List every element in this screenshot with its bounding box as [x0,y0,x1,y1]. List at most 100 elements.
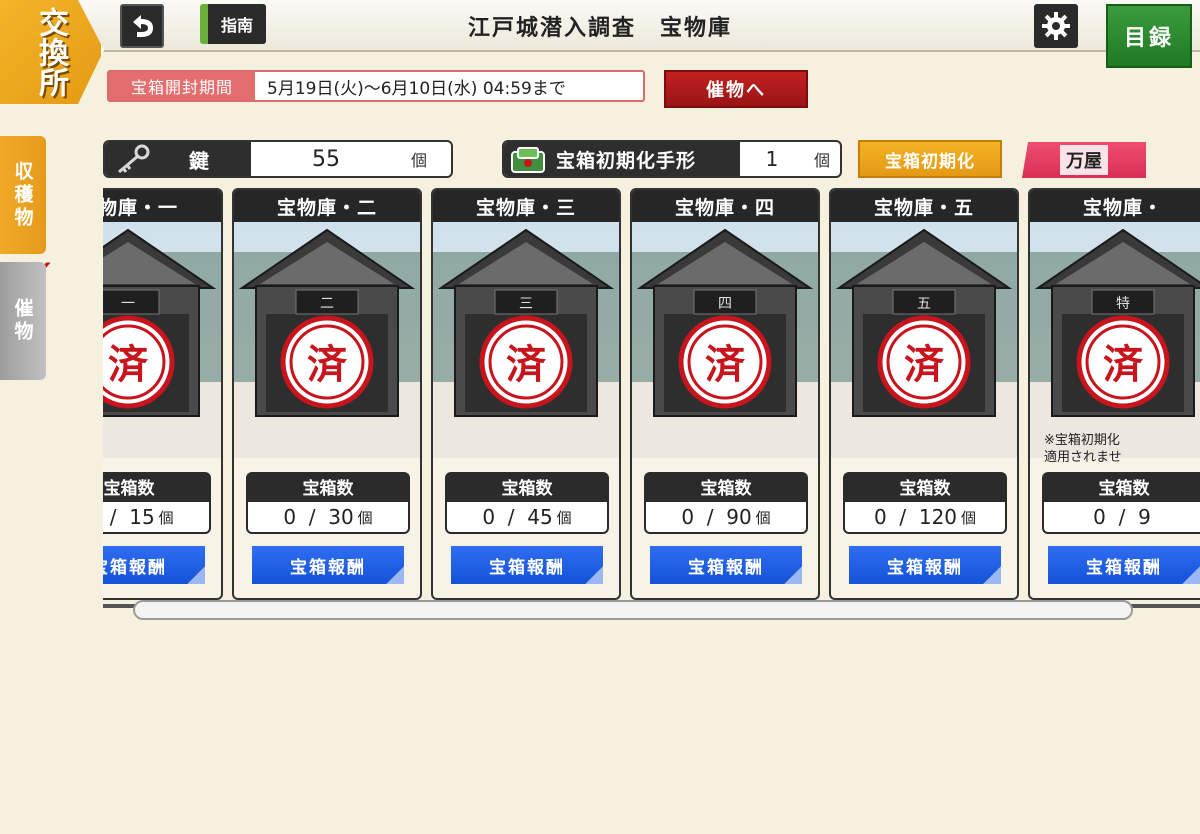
vault-plaque: 特 [1116,296,1130,312]
chest-count-separator: / [694,505,727,529]
chest-reward-button[interactable]: 宝箱報酬 [103,546,205,584]
back-arrow-icon [133,15,153,37]
open-period-text: 5月19日(火)〜6月10日(水) 04:59まで [267,78,566,99]
back-button[interactable] [120,4,164,48]
chest-opened: 0 [1093,505,1106,529]
chest-opened: 0 [482,505,496,529]
chest-total: 90 [726,505,752,529]
reset-ticket-box: 宝箱初期化手形 1 個 [502,140,842,178]
chest-count-header: 宝箱数 [644,472,808,500]
key-icon [118,144,150,174]
shop-label: 万屋 [1060,145,1108,175]
chest-opened: 0 [873,505,887,529]
chest-unit: 個 [357,508,373,527]
shop-button[interactable]: 万屋 [1022,142,1146,178]
chest-unit: 個 [556,508,572,527]
chest-total: 9 [1138,505,1151,529]
exchange-label: 交換所 [33,7,68,97]
key-count-box: 鍵 55 個 [103,140,453,178]
chest-count-value: 0 / 15 個 [103,500,211,534]
vault-storehouse-image: 一 済 [103,222,221,458]
chest-count-value: 0 / 120 個 [843,500,1007,534]
chest-count-value: 0 / 9 [1042,500,1200,534]
completed-stamp: 済 [307,341,348,388]
vault-storehouse-image: 三 済 [433,222,619,458]
vault-card[interactable]: 宝物庫・五 五 済 宝箱数 0 / 120 個 宝箱報酬 [829,188,1019,600]
vault-storehouse-image: 二 済 [234,222,420,458]
chest-reward-button[interactable]: 宝箱報酬 [849,546,1001,584]
vault-title: 宝物庫・四 [632,190,818,222]
vault-plaque: 四 [718,296,732,312]
guide-button[interactable]: 指南 [200,4,266,44]
vault-card[interactable]: 宝物庫・四 四 済 宝箱数 0 / 90 個 宝箱報酬 [630,188,820,600]
chest-count-separator: / [886,505,919,529]
chest-total: 30 [328,505,354,529]
page-title: 江戸城潜入調査 宝物庫 [467,15,732,41]
vault-card[interactable]: 宝物庫・三 三 済 宝箱数 0 / 45 個 宝箱報酬 [431,188,621,600]
vault-note: ※宝箱初期化 適用されませ [1044,432,1122,466]
tab-event-label: 催物 [11,298,34,344]
chest-count-value: 0 / 45 個 [445,500,609,534]
chest-total: 15 [129,505,155,529]
chest-opened: 0 [681,505,695,529]
vault-title: 宝物庫・一 [103,190,221,222]
vault-title: 宝物庫・二 [234,190,420,222]
chest-opened: 0 [283,505,297,529]
vault-carousel[interactable]: 宝物庫・一 一 [103,188,1200,602]
tab-event[interactable]: 催物 [0,262,46,380]
scrollbar-thumb[interactable] [133,600,1133,620]
vault-carousel-track: 宝物庫・一 一 [103,188,1200,600]
chest-total: 45 [527,505,553,529]
reset-chests-button[interactable]: 宝箱初期化 [858,140,1002,178]
storehouse-illustration: 五 済 [831,222,1017,458]
key-unit: 個 [411,151,428,170]
settings-button[interactable] [1034,4,1078,48]
vault-plaque: 三 [519,296,533,312]
chest-count-header: 宝箱数 [103,472,211,500]
vault-card[interactable]: 宝物庫・ 特 済 ※宝箱初期化 適用されませ 宝箱数 0 / 9 宝箱報酬 [1028,188,1200,600]
chest-count-separator: / [296,505,329,529]
chest-reward-button[interactable]: 宝箱報酬 [650,546,802,584]
vault-title: 宝物庫・三 [433,190,619,222]
storehouse-illustration: 一 済 [103,222,221,458]
chest-count-separator: / [109,505,117,529]
chest-unit: 個 [158,508,174,527]
go-to-event-button[interactable]: 催物へ [664,70,808,108]
completed-stamp: 済 [1103,341,1144,388]
vault-card[interactable]: 宝物庫・二 二 済 宝箱数 0 / 30 個 宝箱報酬 [232,188,422,600]
completed-stamp: 済 [705,341,746,388]
vault-storehouse-image: 四 済 [632,222,818,458]
reset-ticket-value: 1 [765,147,779,171]
gear-icon [1042,12,1070,40]
chest-reward-button[interactable]: 宝箱報酬 [451,546,603,584]
chest-count-header: 宝箱数 [843,472,1007,500]
completed-stamp: 済 [904,341,945,388]
chest-reward-button[interactable]: 宝箱報酬 [252,546,404,584]
chest-count-separator: / [1105,505,1139,529]
vault-storehouse-image: 特 済 [1030,222,1200,458]
vault-card[interactable]: 宝物庫・一 一 [103,188,223,600]
carousel-scrollbar[interactable] [103,600,1200,622]
vault-title: 宝物庫・五 [831,190,1017,222]
chest-unit: 個 [961,508,977,527]
chest-reward-button[interactable]: 宝箱報酬 [1048,546,1200,584]
storehouse-illustration: 三 済 [433,222,619,458]
reset-ticket-unit: 個 [814,151,831,170]
chest-count-header: 宝箱数 [445,472,609,500]
completed-stamp: 済 [506,341,547,388]
tab-harvest[interactable]: 収穫物 [0,136,46,254]
storehouse-illustration: 二 済 [234,222,420,458]
tab-harvest-label: 収穫物 [11,160,34,230]
catalog-button[interactable]: 目録 [1106,4,1192,68]
storehouse-illustration: 特 済 [1030,222,1200,458]
storehouse-illustration: 四 済 [632,222,818,458]
chest-total: 120 [918,505,958,529]
vault-storehouse-image: 五 済 [831,222,1017,458]
key-value: 55 [312,146,340,172]
completed-stamp: 済 [108,341,149,388]
chest-count-header: 宝箱数 [1042,472,1200,500]
vault-plaque: 五 [917,296,931,312]
vault-title: 宝物庫・ [1030,190,1200,222]
vault-plaque: 二 [320,296,334,312]
chest-count-separator: / [495,505,528,529]
